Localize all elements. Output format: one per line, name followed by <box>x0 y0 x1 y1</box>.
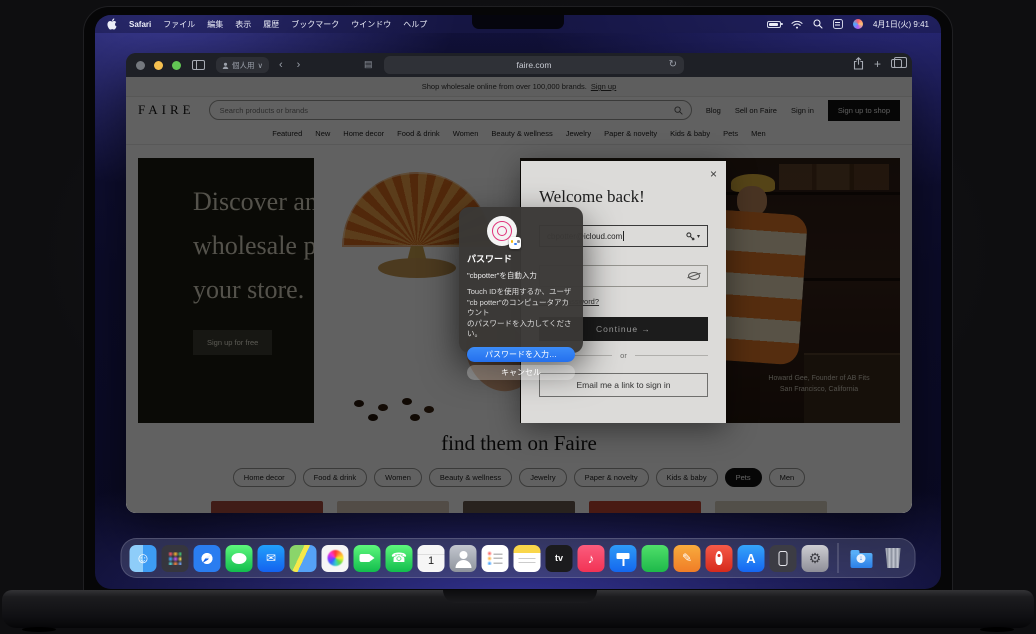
dock: ☺ ✉ ☎ 1 tv ♪ ✎ A ⚙ <box>121 538 916 578</box>
trash-dock-icon[interactable] <box>880 545 907 572</box>
tab-group-label: 個人用 <box>232 60 255 71</box>
pages-dock-icon[interactable]: ✎ <box>674 545 701 572</box>
safari-dock-icon[interactable] <box>194 545 221 572</box>
menu-file[interactable]: ファイル <box>163 19 195 30</box>
back-button[interactable]: ‹ <box>275 59 287 71</box>
forward-button[interactable]: › <box>293 59 305 71</box>
tab-group-selector[interactable]: 個人用 ∨ <box>216 57 269 73</box>
apple-tv-dock-icon[interactable]: tv <box>546 545 573 572</box>
iphone-mirroring-dock-icon[interactable] <box>770 545 797 572</box>
phone-dock-icon[interactable]: ☎ <box>386 545 413 572</box>
launchpad-dock-icon[interactable] <box>162 545 189 572</box>
chevron-down-icon: ∨ <box>258 61 264 70</box>
menu-app-name[interactable]: Safari <box>129 20 151 29</box>
tab-overview-icon[interactable] <box>891 59 902 68</box>
show-password-icon[interactable] <box>688 272 700 280</box>
notes-dock-icon[interactable] <box>514 545 541 572</box>
dialog-subtitle: "cbpotter"を自動入力 <box>467 270 575 281</box>
music-dock-icon[interactable]: ♪ <box>578 545 605 572</box>
siri-icon[interactable] <box>853 19 863 29</box>
system-settings-dock-icon[interactable]: ⚙ <box>802 545 829 572</box>
contacts-dock-icon[interactable] <box>450 545 477 572</box>
macbook-mockup: Safari ファイル 編集 表示 履歴 ブックマーク ウインドウ ヘルプ <box>0 0 1036 634</box>
macbook-lid: Safari ファイル 編集 表示 履歴 ブックマーク ウインドウ ヘルプ <box>83 6 953 596</box>
close-icon[interactable]: × <box>710 167 717 181</box>
safari-toolbar: 個人用 ∨ ‹ › ▤ faire.com ↻ + <box>126 53 912 77</box>
facetime-dock-icon[interactable] <box>354 545 381 572</box>
calendar-dock-icon[interactable]: 1 <box>418 545 445 572</box>
apple-menu-icon[interactable] <box>107 18 117 30</box>
battery-icon[interactable] <box>767 21 781 28</box>
menu-edit[interactable]: 編集 <box>207 19 223 30</box>
mail-dock-icon[interactable]: ✉ <box>258 545 285 572</box>
cancel-button[interactable]: キャンセル <box>467 365 575 380</box>
dialog-title: パスワード <box>467 252 575 265</box>
dock-divider <box>838 543 839 573</box>
address-bar[interactable]: faire.com ↻ <box>384 56 684 74</box>
app-store-dock-icon[interactable]: A <box>738 545 765 572</box>
keynote-dock-icon[interactable] <box>610 545 637 572</box>
password-autofill-key-icon[interactable]: ▾ <box>686 232 700 241</box>
wifi-icon[interactable] <box>791 20 803 29</box>
reload-icon[interactable]: ↻ <box>669 59 677 70</box>
dialog-body-text: Touch IDを使用するか、ユーザ "cb potter"のコンピュータアカウ… <box>467 287 575 340</box>
url-text: faire.com <box>517 60 552 70</box>
screen: Safari ファイル 編集 表示 履歴 ブックマーク ウインドウ ヘルプ <box>95 15 941 589</box>
menu-view[interactable]: 表示 <box>235 19 251 30</box>
maps-dock-icon[interactable] <box>290 545 317 572</box>
menu-help[interactable]: ヘルプ <box>403 19 427 30</box>
share-icon[interactable] <box>853 57 864 70</box>
menu-bookmarks[interactable]: ブックマーク <box>291 19 339 30</box>
menu-window[interactable]: ウインドウ <box>351 19 391 30</box>
downloads-dock-icon[interactable] <box>848 545 875 572</box>
new-tab-button[interactable]: + <box>874 58 881 70</box>
touch-id-dialog: パスワード "cbpotter"を自動入力 Touch IDを使用するか、ユーザ… <box>459 207 583 353</box>
reminders-dock-icon[interactable] <box>482 545 509 572</box>
chevron-down-icon: ▾ <box>697 233 700 240</box>
profile-icon <box>222 62 229 69</box>
zoom-window-button[interactable] <box>172 61 181 70</box>
spotlight-icon[interactable] <box>813 19 823 29</box>
finder-dock-icon[interactable]: ☺ <box>130 545 157 572</box>
enter-password-button[interactable]: パスワードを入力… <box>467 347 575 362</box>
passwords-app-badge-icon <box>509 237 521 249</box>
modal-title: Welcome back! <box>539 187 726 207</box>
camera-notch <box>472 15 564 29</box>
menubar-clock[interactable]: 4月1日(火) 9:41 <box>873 19 929 30</box>
photos-dock-icon[interactable] <box>322 545 349 572</box>
lid-lift-notch <box>443 590 597 603</box>
minimize-window-button[interactable] <box>154 61 163 70</box>
rocket-app-dock-icon[interactable] <box>706 545 733 572</box>
touch-id-fingerprint-icon <box>487 216 517 246</box>
numbers-dock-icon[interactable] <box>642 545 669 572</box>
text-caret <box>623 231 624 241</box>
menu-history[interactable]: 履歴 <box>263 19 279 30</box>
sidebar-toggle-icon[interactable] <box>190 57 206 73</box>
close-window-button[interactable] <box>136 61 145 70</box>
messages-dock-icon[interactable] <box>226 545 253 572</box>
macbook-base <box>2 590 1034 628</box>
website-settings-icon[interactable]: ▤ <box>364 59 373 70</box>
input-source-icon[interactable] <box>833 19 843 29</box>
